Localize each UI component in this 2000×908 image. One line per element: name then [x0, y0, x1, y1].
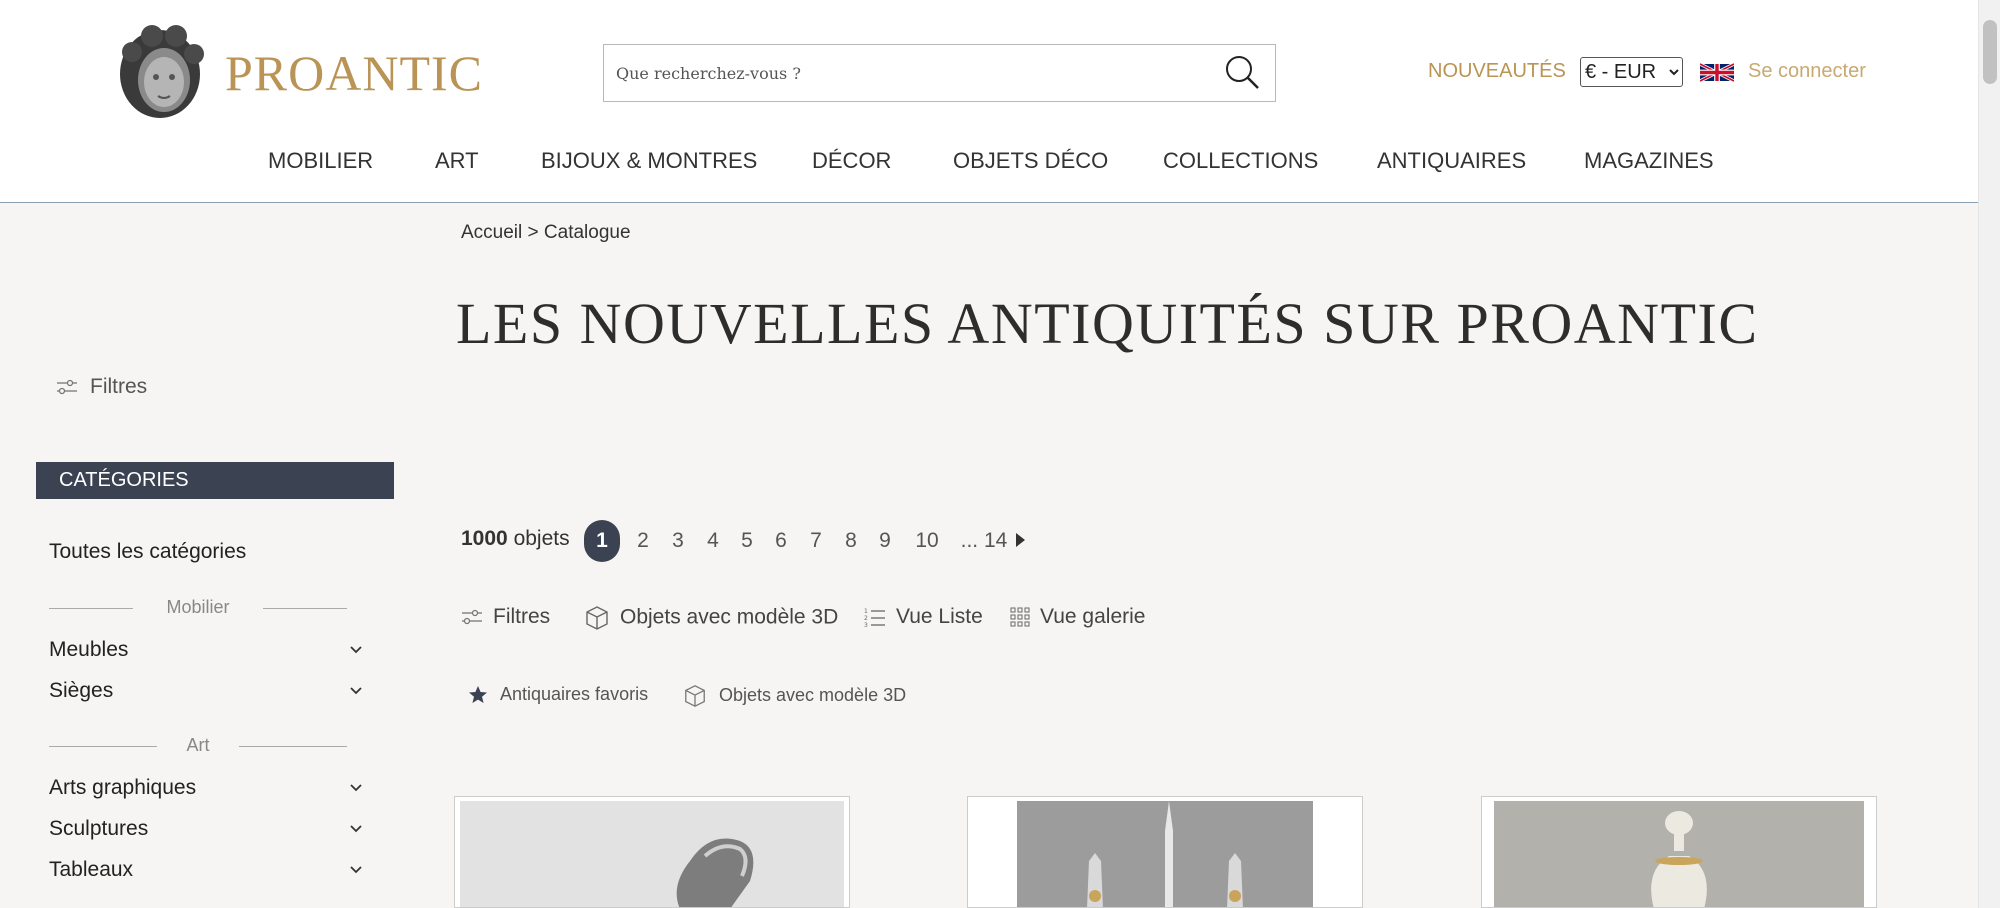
- search-input[interactable]: [616, 59, 1196, 87]
- category-label: Sculptures: [49, 817, 149, 840]
- nav-magazines[interactable]: MAGAZINES: [1584, 148, 1714, 174]
- breadcrumb: Accueil > Catalogue: [461, 222, 631, 244]
- star-icon: [469, 686, 487, 704]
- nav-mobilier[interactable]: MOBILIER: [268, 148, 373, 174]
- toolbar-filters-label: Filtres: [493, 605, 551, 628]
- page-9-button[interactable]: 9: [876, 520, 894, 562]
- nav-collections[interactable]: COLLECTIONS: [1163, 148, 1318, 174]
- product-image[interactable]: [1017, 801, 1313, 908]
- page-10-button[interactable]: 10: [912, 520, 942, 562]
- breadcrumb-current[interactable]: Catalogue: [544, 222, 631, 244]
- breadcrumb-separator: >: [527, 222, 539, 243]
- search-box: [603, 44, 1276, 102]
- favorite-dealers-label: Antiquaires favoris: [500, 684, 649, 704]
- category-meubles[interactable]: Meubles: [49, 638, 364, 666]
- page-title: LES NOUVELLES ANTIQUITÉS SUR PROANTIC: [456, 291, 1759, 356]
- nav-art[interactable]: ART: [435, 148, 479, 174]
- product-card[interactable]: [967, 796, 1363, 908]
- toolbar-list-view-button[interactable]: 1 2 3 Vue Liste: [864, 605, 983, 629]
- category-tableaux[interactable]: Tableaux: [49, 858, 364, 886]
- toolbar-3d-objects-button[interactable]: Objets avec modèle 3D: [584, 605, 838, 631]
- section-divider-mobilier: Mobilier: [49, 597, 347, 619]
- category-sieges[interactable]: Sièges: [49, 679, 364, 707]
- toolbar-3d-objects-label: Objets avec modèle 3D: [620, 605, 839, 629]
- chevron-down-icon[interactable]: [348, 779, 364, 795]
- page-2-button[interactable]: 2: [634, 520, 652, 562]
- page-4-button[interactable]: 4: [704, 520, 722, 562]
- page-scrollbar[interactable]: [1978, 0, 2000, 908]
- nav-objets-deco[interactable]: OBJETS DÉCO: [953, 148, 1108, 174]
- filters-label: Filtres: [90, 375, 148, 398]
- section-divider-art: Art: [49, 735, 347, 757]
- cube-3d-icon: [685, 685, 705, 707]
- chevron-down-icon[interactable]: [348, 820, 364, 836]
- nav-antiquaires[interactable]: ANTIQUAIRES: [1377, 148, 1526, 174]
- sidebar-filters-toggle[interactable]: Filtres: [56, 375, 147, 399]
- all-categories-link[interactable]: Toutes les catégories: [49, 540, 246, 564]
- next-page-icon[interactable]: [1013, 531, 1027, 549]
- favorite-dealers-filter[interactable]: Antiquaires favoris: [468, 684, 648, 705]
- toolbar-gallery-view-label: Vue galerie: [1040, 605, 1146, 628]
- toolbar-gallery-view-button[interactable]: Vue galerie: [1010, 605, 1145, 629]
- category-label: Sièges: [49, 679, 114, 702]
- product-image[interactable]: [1494, 801, 1864, 908]
- chevron-down-icon[interactable]: [348, 861, 364, 877]
- results-count-number: 1000: [461, 527, 508, 550]
- svg-text:2: 2: [864, 615, 868, 622]
- product-card[interactable]: [1481, 796, 1877, 908]
- logo-text[interactable]: PROANTIC: [225, 44, 483, 102]
- 3d-objects-filter[interactable]: Objets avec modèle 3D: [683, 684, 906, 708]
- filters-icon: [57, 380, 77, 395]
- login-link[interactable]: Se connecter: [1748, 60, 1866, 83]
- filters-icon: [462, 610, 482, 625]
- nouveautes-link[interactable]: NOUVEAUTÉS: [1428, 60, 1566, 83]
- category-label: Meubles: [49, 638, 129, 661]
- nav-decor[interactable]: DÉCOR: [812, 148, 891, 174]
- grid-view-icon: [1010, 607, 1030, 627]
- chevron-down-icon[interactable]: [348, 682, 364, 698]
- svg-text:1: 1: [864, 608, 868, 615]
- product-card[interactable]: [454, 796, 850, 908]
- page-8-button[interactable]: 8: [842, 520, 860, 562]
- page-1-button[interactable]: 1: [584, 520, 620, 562]
- category-label: Arts graphiques: [49, 776, 197, 799]
- page-6-button[interactable]: 6: [772, 520, 790, 562]
- site-header: PROANTIC NOUVEAUTÉS € - EUR Se connecter…: [0, 0, 1978, 203]
- results-count-label: objets: [513, 527, 570, 550]
- results-count: 1000 objets: [461, 527, 570, 551]
- nav-bijoux-montres[interactable]: BIJOUX & MONTRES: [541, 148, 757, 174]
- category-label: Tableaux: [49, 858, 134, 881]
- logo-head-icon[interactable]: [112, 22, 208, 120]
- breadcrumb-home[interactable]: Accueil: [461, 222, 522, 244]
- svg-text:3: 3: [864, 622, 868, 628]
- page-3-button[interactable]: 3: [669, 520, 687, 562]
- page-5-button[interactable]: 5: [738, 520, 756, 562]
- main-nav: MOBILIER ART BIJOUX & MONTRES DÉCOR OBJE…: [0, 148, 1978, 178]
- chevron-down-icon[interactable]: [348, 641, 364, 657]
- currency-select[interactable]: € - EUR: [1580, 57, 1683, 87]
- categories-header: CATÉGORIES: [36, 462, 394, 499]
- list-view-icon: 1 2 3: [864, 608, 885, 629]
- category-sculptures[interactable]: Sculptures: [49, 817, 364, 845]
- uk-flag-icon[interactable]: [1700, 60, 1734, 85]
- cube-3d-icon: [586, 606, 608, 630]
- search-icon[interactable]: [1222, 52, 1262, 92]
- category-arts-graphiques[interactable]: Arts graphiques: [49, 776, 364, 804]
- toolbar-filters-button[interactable]: Filtres: [461, 605, 550, 629]
- toolbar-list-view-label: Vue Liste: [896, 605, 983, 628]
- page-7-button[interactable]: 7: [807, 520, 825, 562]
- scrollbar-thumb[interactable]: [1983, 20, 1997, 84]
- 3d-objects-filter-label: Objets avec modèle 3D: [719, 684, 907, 705]
- page-14-button[interactable]: ... 14: [958, 520, 1010, 562]
- product-image[interactable]: [460, 801, 844, 908]
